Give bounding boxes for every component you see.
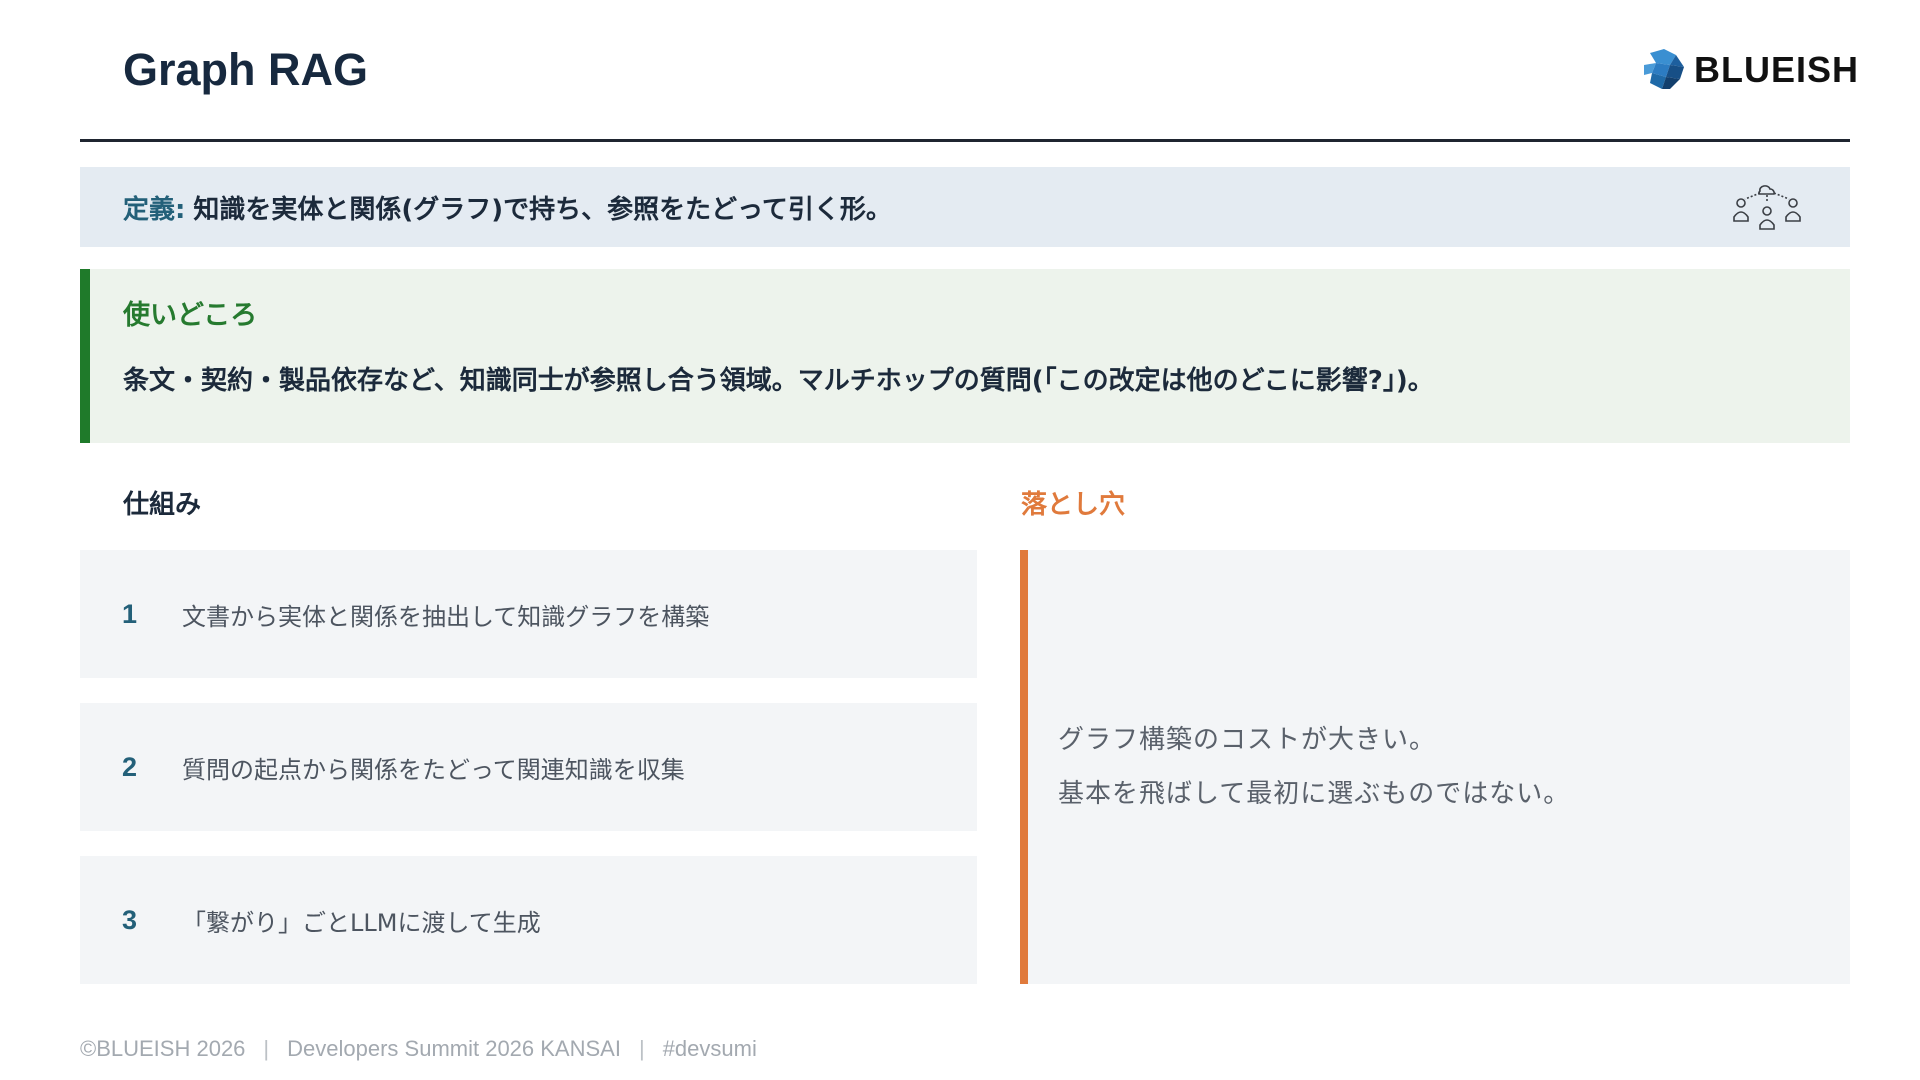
slide: Graph RAG BLUEISH 定義: 知識を実体と関係(グラフ)で持ち、参… [0, 0, 1920, 1080]
logo-text: BLUEISH [1694, 49, 1860, 90]
page-title: Graph RAG [123, 44, 369, 95]
footer: ©BLUEISH 2026 | Developers Summit 2026 K… [80, 1036, 757, 1062]
footer-separator: | [263, 1036, 270, 1061]
brand-logo: BLUEISH [1640, 46, 1859, 94]
definition-text: 知識を実体と関係(グラフ)で持ち、参照をたどって引く形。 [193, 194, 892, 225]
usecase-text: 条文・契約・製品依存など、知識同士が参照し合う領域。マルチホップの質問(「この改… [123, 366, 1434, 396]
team-network-icon [1733, 185, 1801, 230]
header-divider [80, 139, 1850, 142]
footer-event: Developers Summit 2026 KANSAI [287, 1036, 621, 1061]
blueish-logo-icon [1644, 49, 1684, 89]
footer-copyright: ©BLUEISH 2026 [80, 1036, 246, 1061]
pitfall-heading: 落とし穴 [1021, 490, 1126, 520]
step-text: 「繋がり」ごとLLMに渡して生成 [182, 908, 541, 937]
usecase-heading: 使いどころ [123, 300, 258, 331]
pitfall-line: 基本を飛ばして最初に選ぶものではない。 [1058, 779, 1571, 809]
step-text: 質問の起点から関係をたどって関連知識を収集 [182, 755, 685, 784]
mechanism-step-1: 1 文書から実体と関係を抽出して知識グラフを構築 [80, 550, 977, 678]
footer-separator: | [638, 1036, 645, 1061]
mechanism-step-2: 2 質問の起点から関係をたどって関連知識を収集 [80, 703, 977, 831]
footer-hashtag: #devsumi [662, 1036, 757, 1061]
step-text: 文書から実体と関係を抽出して知識グラフを構築 [182, 602, 710, 631]
mechanism-heading: 仕組み [123, 490, 202, 520]
step-number: 1 [122, 598, 138, 629]
step-number: 2 [122, 751, 138, 782]
usecase-panel: 使いどころ 条文・契約・製品依存など、知識同士が参照し合う領域。マルチホップの質… [80, 269, 1850, 443]
mechanism-step-3: 3 「繋がり」ごとLLMに渡して生成 [80, 856, 977, 984]
step-number: 3 [122, 904, 138, 935]
pitfall-line: グラフ構築のコストが大きい。 [1058, 725, 1437, 755]
pitfall-panel: グラフ構築のコストが大きい。 基本を飛ばして最初に選ぶものではない。 [1020, 550, 1850, 984]
definition-label: 定義: [123, 194, 186, 225]
definition-banner: 定義: 知識を実体と関係(グラフ)で持ち、参照をたどって引く形。 [80, 167, 1850, 247]
